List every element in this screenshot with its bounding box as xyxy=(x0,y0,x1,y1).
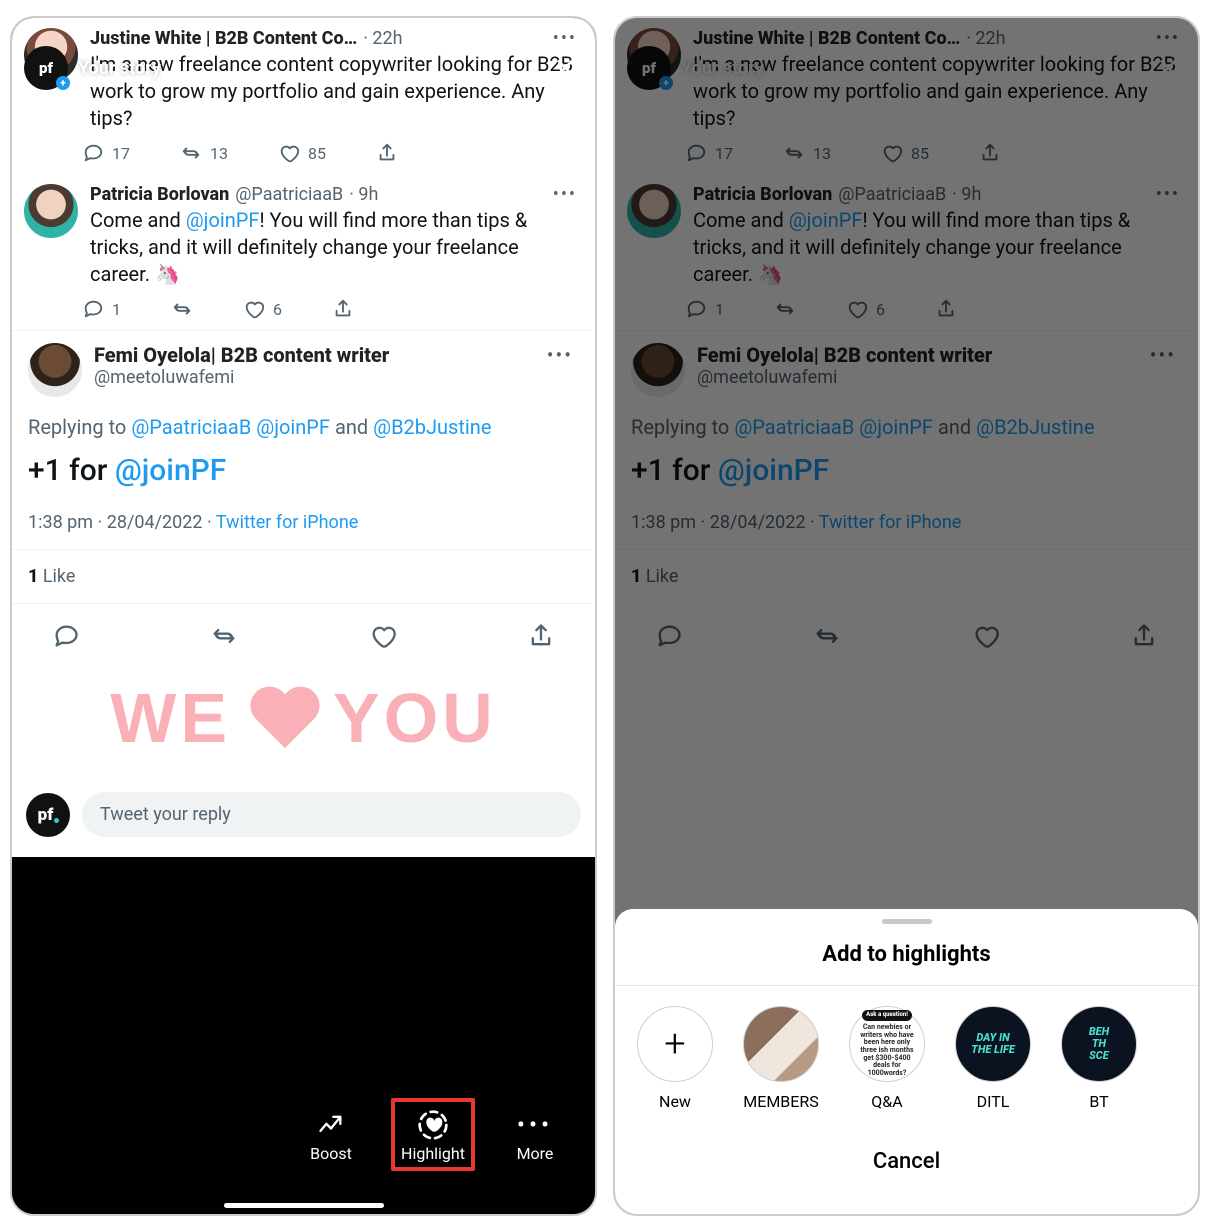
tweet-author-handle[interactable]: @meetoluwafemi xyxy=(94,367,579,388)
tweet-menu-icon[interactable]: ••• xyxy=(541,343,579,367)
highlight-ditl[interactable]: DAY IN THE LIFE DITL xyxy=(955,1006,1031,1111)
sheet-title: Add to highlights xyxy=(615,942,1198,986)
home-indicator[interactable] xyxy=(224,1203,384,1208)
story-controls: Boost Highlight ••• More xyxy=(12,1074,595,1214)
highlight-members[interactable]: MEMBERS xyxy=(743,1006,819,1111)
tweet-author-name[interactable]: Patricia Borlovan xyxy=(90,184,229,205)
reply-button[interactable]: 1 xyxy=(82,298,121,320)
we-love-you-sticker: WE YOU xyxy=(12,668,595,782)
share-button[interactable] xyxy=(332,298,354,320)
tweet-menu-icon[interactable]: ••• xyxy=(547,184,583,205)
close-icon[interactable]: ✕ xyxy=(548,52,583,85)
retweet-button[interactable] xyxy=(171,298,193,320)
like-button[interactable]: 85 xyxy=(278,142,326,164)
reply-button[interactable] xyxy=(52,622,80,650)
share-button[interactable] xyxy=(376,142,398,164)
phone-right: pf+ Your story ✕ Justine White | B2B Con… xyxy=(613,16,1200,1216)
sheet-grabber[interactable] xyxy=(882,919,932,924)
tweet-age: · 9h xyxy=(349,184,378,205)
highlight-qa[interactable]: Ask a question!Can newbies or writers wh… xyxy=(849,1006,925,1111)
boost-icon xyxy=(289,1106,373,1144)
client-link[interactable]: Twitter for iPhone xyxy=(216,512,359,533)
highlight-cover xyxy=(743,1006,819,1082)
boost-button[interactable]: Boost xyxy=(289,1106,373,1163)
tweet-author-handle[interactable]: @PaatriciaaB xyxy=(235,184,343,205)
mention-link[interactable]: @joinPF xyxy=(256,415,330,439)
shared-tweet-screenshot: Justine White | B2B Content Co… · 22h ••… xyxy=(12,18,595,857)
main-tweet-actions xyxy=(12,604,595,668)
more-button[interactable]: ••• More xyxy=(493,1106,577,1163)
replying-to: Replying to @PaatriciaaB @joinPF and @B2… xyxy=(12,409,595,451)
tweet-actions: 1 6 xyxy=(12,288,595,330)
reply-bar: pf Tweet your reply xyxy=(12,782,595,847)
story-avatar[interactable]: pf+ xyxy=(24,46,68,90)
highlight-cover: BEH TH SCE xyxy=(1061,1006,1137,1082)
story-username: Your story xyxy=(78,58,161,79)
tweet-text: Come and @joinPF! You will find more tha… xyxy=(90,205,583,288)
highlight-icon xyxy=(397,1106,469,1144)
highlights-row[interactable]: + New MEMBERS Ask a question!Can newbies… xyxy=(615,986,1198,1121)
avatar[interactable] xyxy=(28,343,82,397)
plus-icon: + xyxy=(637,1006,713,1082)
tweet-2: Patricia Borlovan @PaatriciaaB · 9h ••• … xyxy=(12,174,595,288)
likes-count[interactable]: 1 Like xyxy=(12,550,595,604)
like-button[interactable]: 6 xyxy=(243,298,282,320)
more-icon: ••• xyxy=(493,1106,577,1144)
highlight-cover: Ask a question!Can newbies or writers wh… xyxy=(849,1006,925,1082)
heart-icon xyxy=(247,688,317,748)
comparison-stage: pf+ Your story ✕ Justine White | B2B Con… xyxy=(0,0,1210,1232)
tweet-meta: 1:38 pm · 28/04/2022 · Twitter for iPhon… xyxy=(12,508,595,550)
highlight-bts[interactable]: BEH TH SCE BT xyxy=(1061,1006,1137,1111)
highlights-sheet: Add to highlights + New MEMBERS Ask a qu… xyxy=(615,909,1198,1214)
reply-button[interactable]: 17 xyxy=(82,142,130,164)
mention-link[interactable]: @joinPF xyxy=(115,453,226,488)
mention-link[interactable]: @joinPF xyxy=(186,208,260,232)
like-button[interactable] xyxy=(369,622,397,650)
highlight-button[interactable]: Highlight xyxy=(391,1098,475,1171)
mention-link[interactable]: @B2bJustine xyxy=(373,415,491,439)
phone-left: pf+ Your story ✕ Justine White | B2B Con… xyxy=(10,16,597,1216)
share-button[interactable] xyxy=(527,622,555,650)
reply-input[interactable]: Tweet your reply xyxy=(82,792,581,837)
cancel-button[interactable]: Cancel xyxy=(615,1121,1198,1184)
story-header: pf+ Your story ✕ xyxy=(12,38,595,98)
retweet-button[interactable] xyxy=(210,622,238,650)
mention-link[interactable]: @PaatriciaaB xyxy=(131,415,251,439)
highlight-cover: DAY IN THE LIFE xyxy=(955,1006,1031,1082)
tweet-actions: 17 13 85 xyxy=(12,132,595,174)
main-tweet-text: +1 for @joinPF xyxy=(12,451,595,508)
highlight-new[interactable]: + New xyxy=(637,1006,713,1111)
main-tweet-header: Femi Oyelola| B2B content writer ••• @me… xyxy=(12,331,595,409)
self-avatar[interactable]: pf xyxy=(26,793,70,837)
retweet-button[interactable]: 13 xyxy=(180,142,228,164)
avatar[interactable] xyxy=(24,184,78,238)
tweet-author-name[interactable]: Femi Oyelola| B2B content writer xyxy=(94,343,389,367)
